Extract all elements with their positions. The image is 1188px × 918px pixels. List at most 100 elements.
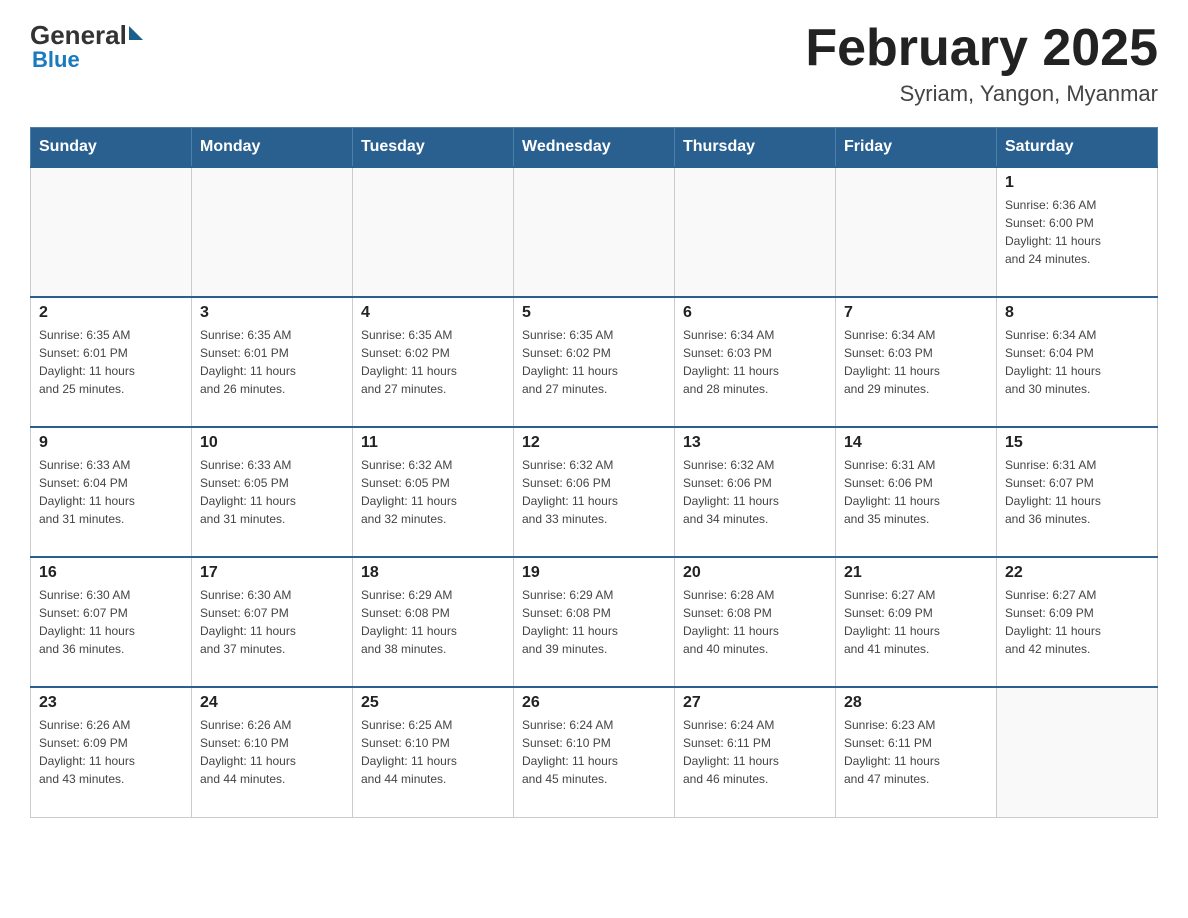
calendar-week-2: 2Sunrise: 6:35 AM Sunset: 6:01 PM Daylig… — [31, 297, 1158, 427]
day-info: Sunrise: 6:29 AM Sunset: 6:08 PM Dayligh… — [361, 586, 505, 658]
calendar-cell: 14Sunrise: 6:31 AM Sunset: 6:06 PM Dayli… — [836, 427, 997, 557]
weekday-header-friday: Friday — [836, 128, 997, 168]
day-number: 24 — [200, 694, 344, 712]
weekday-header-thursday: Thursday — [675, 128, 836, 168]
logo-arrow-icon — [129, 26, 143, 40]
page-title: February 2025 — [805, 20, 1158, 77]
calendar-header-row: SundayMondayTuesdayWednesdayThursdayFrid… — [31, 128, 1158, 168]
day-info: Sunrise: 6:34 AM Sunset: 6:04 PM Dayligh… — [1005, 326, 1149, 398]
day-number: 15 — [1005, 434, 1149, 452]
weekday-header-saturday: Saturday — [997, 128, 1158, 168]
calendar-cell: 19 Sunrise: 6:29 AM Sunset: 6:08 PM Dayli… — [514, 557, 675, 687]
day-info: Sunrise: 6:24 AM Sunset: 6:11 PM Dayligh… — [683, 716, 827, 788]
day-number: 16 — [39, 564, 183, 582]
day-number: 17 — [200, 564, 344, 582]
calendar-cell: 9 Sunrise: 6:33 AM Sunset: 6:04 PM Daylig… — [31, 427, 192, 557]
day-number: 22 — [1005, 564, 1149, 582]
day-number: 8 — [1005, 304, 1149, 322]
day-info: Sunrise: 6:29 AM Sunset: 6:08 PM Dayligh… — [522, 586, 666, 658]
calendar-cell: 12 Sunrise: 6:32 AM Sunset: 6:06 PM Dayli… — [514, 427, 675, 557]
calendar-week-3: 9 Sunrise: 6:33 AM Sunset: 6:04 PM Daylig… — [31, 427, 1158, 557]
day-number: 12 — [522, 434, 666, 452]
calendar-cell: 24 Sunrise: 6:26 AM Sunset: 6:10 PM Dayli… — [192, 687, 353, 817]
weekday-header-sunday: Sunday — [31, 128, 192, 168]
calendar-cell: 10 Sunrise: 6:33 AM Sunset: 6:05 PM Dayli… — [192, 427, 353, 557]
calendar-cell — [514, 167, 675, 297]
calendar-week-4: 16 Sunrise: 6:30 AM Sunset: 6:07 PM Dayli… — [31, 557, 1158, 687]
calendar-cell: 6 Sunrise: 6:34 AM Sunset: 6:03 PM Daylig… — [675, 297, 836, 427]
calendar-cell — [997, 687, 1158, 817]
calendar-cell: 25 Sunrise: 6:25 AM Sunset: 6:10 PM Dayli… — [353, 687, 514, 817]
day-info: Sunrise: 6:32 AM Sunset: 6:06 PM Dayligh… — [522, 456, 666, 528]
day-number: 4 — [361, 304, 505, 322]
logo-blue: Blue — [32, 47, 80, 73]
day-info: Sunrise: 6:30 AM Sunset: 6:07 PM Dayligh… — [39, 586, 183, 658]
day-number: 27 — [683, 694, 827, 712]
calendar-cell — [192, 167, 353, 297]
day-number: 26 — [522, 694, 666, 712]
day-info: Sunrise: 6:34 AM Sunset: 6:03 PM Dayligh… — [844, 326, 988, 398]
day-info: Sunrise: 6:35 AM Sunset: 6:02 PM Dayligh… — [361, 326, 505, 398]
calendar-cell: 15Sunrise: 6:31 AM Sunset: 6:07 PM Dayli… — [997, 427, 1158, 557]
calendar-cell: 20 Sunrise: 6:28 AM Sunset: 6:08 PM Dayli… — [675, 557, 836, 687]
day-number: 6 — [683, 304, 827, 322]
day-info: Sunrise: 6:27 AM Sunset: 6:09 PM Dayligh… — [1005, 586, 1149, 658]
day-info: Sunrise: 6:28 AM Sunset: 6:08 PM Dayligh… — [683, 586, 827, 658]
day-info: Sunrise: 6:35 AM Sunset: 6:01 PM Dayligh… — [39, 326, 183, 398]
calendar-cell: 27 Sunrise: 6:24 AM Sunset: 6:11 PM Dayli… — [675, 687, 836, 817]
calendar-cell: 16 Sunrise: 6:30 AM Sunset: 6:07 PM Dayli… — [31, 557, 192, 687]
calendar-cell: 7Sunrise: 6:34 AM Sunset: 6:03 PM Daylig… — [836, 297, 997, 427]
page-header: General Blue February 2025 Syriam, Yango… — [30, 20, 1158, 107]
day-number: 10 — [200, 434, 344, 452]
calendar-week-5: 23 Sunrise: 6:26 AM Sunset: 6:09 PM Dayli… — [31, 687, 1158, 817]
calendar-cell: 23 Sunrise: 6:26 AM Sunset: 6:09 PM Dayli… — [31, 687, 192, 817]
day-info: Sunrise: 6:26 AM Sunset: 6:09 PM Dayligh… — [39, 716, 183, 788]
day-number: 14 — [844, 434, 988, 452]
day-number: 19 — [522, 564, 666, 582]
day-number: 20 — [683, 564, 827, 582]
calendar-table: SundayMondayTuesdayWednesdayThursdayFrid… — [30, 127, 1158, 818]
day-info: Sunrise: 6:33 AM Sunset: 6:05 PM Dayligh… — [200, 456, 344, 528]
day-info: Sunrise: 6:34 AM Sunset: 6:03 PM Dayligh… — [683, 326, 827, 398]
day-info: Sunrise: 6:35 AM Sunset: 6:02 PM Dayligh… — [522, 326, 666, 398]
calendar-cell: 1Sunrise: 6:36 AM Sunset: 6:00 PM Daylig… — [997, 167, 1158, 297]
calendar-cell: 11 Sunrise: 6:32 AM Sunset: 6:05 PM Dayli… — [353, 427, 514, 557]
day-number: 21 — [844, 564, 988, 582]
page-subtitle: Syriam, Yangon, Myanmar — [805, 81, 1158, 107]
calendar-cell — [836, 167, 997, 297]
calendar-week-1: 1Sunrise: 6:36 AM Sunset: 6:00 PM Daylig… — [31, 167, 1158, 297]
calendar-cell: 4 Sunrise: 6:35 AM Sunset: 6:02 PM Daylig… — [353, 297, 514, 427]
calendar-cell: 3 Sunrise: 6:35 AM Sunset: 6:01 PM Daylig… — [192, 297, 353, 427]
calendar-cell — [31, 167, 192, 297]
calendar-cell: 8 Sunrise: 6:34 AM Sunset: 6:04 PM Daylig… — [997, 297, 1158, 427]
weekday-header-wednesday: Wednesday — [514, 128, 675, 168]
day-info: Sunrise: 6:23 AM Sunset: 6:11 PM Dayligh… — [844, 716, 988, 788]
day-number: 18 — [361, 564, 505, 582]
day-number: 9 — [39, 434, 183, 452]
weekday-header-monday: Monday — [192, 128, 353, 168]
calendar-cell: 22 Sunrise: 6:27 AM Sunset: 6:09 PM Dayli… — [997, 557, 1158, 687]
day-number: 1 — [1005, 174, 1149, 192]
day-info: Sunrise: 6:32 AM Sunset: 6:05 PM Dayligh… — [361, 456, 505, 528]
day-info: Sunrise: 6:32 AM Sunset: 6:06 PM Dayligh… — [683, 456, 827, 528]
day-number: 3 — [200, 304, 344, 322]
calendar-cell: 17 Sunrise: 6:30 AM Sunset: 6:07 PM Dayli… — [192, 557, 353, 687]
day-info: Sunrise: 6:25 AM Sunset: 6:10 PM Dayligh… — [361, 716, 505, 788]
day-info: Sunrise: 6:30 AM Sunset: 6:07 PM Dayligh… — [200, 586, 344, 658]
day-info: Sunrise: 6:35 AM Sunset: 6:01 PM Dayligh… — [200, 326, 344, 398]
day-number: 28 — [844, 694, 988, 712]
calendar-cell: 18 Sunrise: 6:29 AM Sunset: 6:08 PM Dayli… — [353, 557, 514, 687]
weekday-header-tuesday: Tuesday — [353, 128, 514, 168]
day-info: Sunrise: 6:26 AM Sunset: 6:10 PM Dayligh… — [200, 716, 344, 788]
calendar-cell: 21 Sunrise: 6:27 AM Sunset: 6:09 PM Dayli… — [836, 557, 997, 687]
day-info: Sunrise: 6:33 AM Sunset: 6:04 PM Dayligh… — [39, 456, 183, 528]
day-number: 11 — [361, 434, 505, 452]
calendar-cell: 26Sunrise: 6:24 AM Sunset: 6:10 PM Dayli… — [514, 687, 675, 817]
day-number: 5 — [522, 304, 666, 322]
day-number: 25 — [361, 694, 505, 712]
calendar-cell: 2Sunrise: 6:35 AM Sunset: 6:01 PM Daylig… — [31, 297, 192, 427]
calendar-cell: 28 Sunrise: 6:23 AM Sunset: 6:11 PM Dayli… — [836, 687, 997, 817]
day-number: 23 — [39, 694, 183, 712]
day-info: Sunrise: 6:27 AM Sunset: 6:09 PM Dayligh… — [844, 586, 988, 658]
calendar-cell — [353, 167, 514, 297]
